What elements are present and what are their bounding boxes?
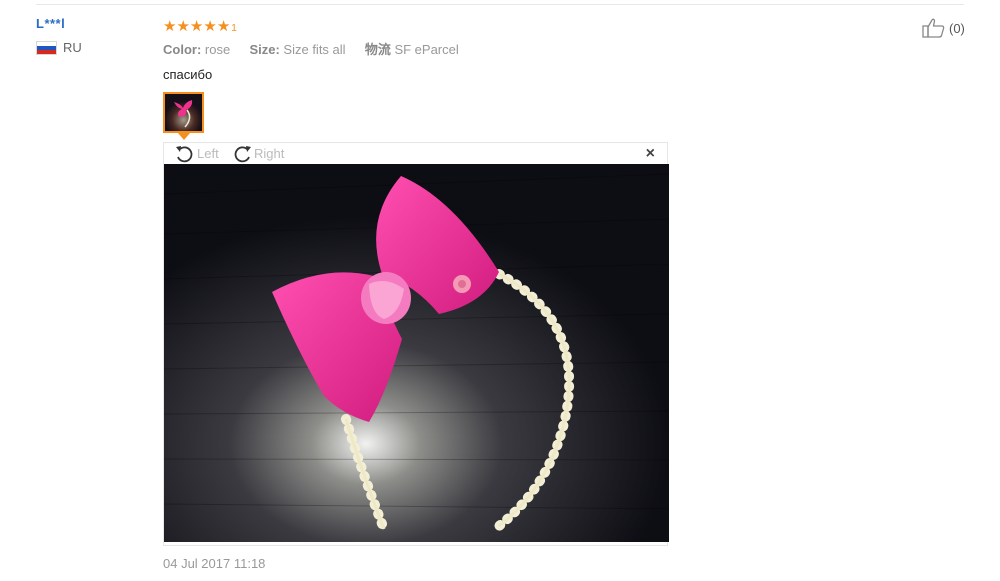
order-attributes: Color: rose Size: Size fits all 物流 SF eP… (163, 39, 968, 58)
star-icon: ★ (176, 17, 190, 35)
shipping-value: SF eParcel (394, 42, 459, 57)
thumbnail-image (165, 94, 202, 131)
review-text: спасибо (163, 67, 213, 82)
helpful-button[interactable]: (0) (922, 18, 965, 38)
review-body: ★ ★ ★ ★ ★ 1 Color: rose Size: Size fits … (163, 16, 968, 83)
star-icon: ★ (189, 17, 204, 35)
star-icon: ★ (163, 17, 177, 35)
review-photo (164, 164, 669, 542)
rotate-right-button[interactable]: Right (231, 144, 284, 163)
country-code: RU (63, 40, 82, 55)
rotate-right-icon (234, 146, 251, 163)
rotate-left-label: Left (197, 146, 219, 161)
star-icon: ★ (203, 17, 217, 35)
size-label: Size: (249, 42, 280, 57)
size-value: Size fits all (283, 42, 346, 57)
star-rating: ★ ★ ★ ★ ★ 1 (163, 16, 968, 36)
rotate-right-label: Right (254, 146, 285, 161)
review-photo-thumbnail[interactable] (163, 92, 204, 133)
helpful-count: (0) (949, 20, 965, 36)
review-date: 04 Jul 2017 11:18 (163, 556, 266, 571)
rotate-left-button[interactable]: Left (174, 144, 219, 163)
shipping-label: 物流 (364, 42, 391, 57)
star-icon: ★ (216, 17, 231, 35)
reviewer-country: RU (36, 40, 82, 55)
color-value: rose (204, 42, 231, 57)
reviewer-info: L***l RU (36, 16, 82, 55)
color-label: Color: (163, 42, 202, 57)
russia-flag-icon (36, 40, 57, 55)
reviewer-name[interactable]: L***l (36, 16, 82, 31)
close-icon[interactable]: × (646, 145, 655, 163)
rotate-left-icon (176, 146, 193, 163)
top-divider (36, 4, 964, 5)
thumbnail-selected-caret (178, 133, 190, 140)
rating-suffix: 1 (231, 22, 237, 34)
photo-viewer-toolbar: Left Right × (164, 143, 667, 164)
photo-viewer: Left Right × (163, 142, 669, 546)
thumbs-up-icon (922, 18, 945, 38)
